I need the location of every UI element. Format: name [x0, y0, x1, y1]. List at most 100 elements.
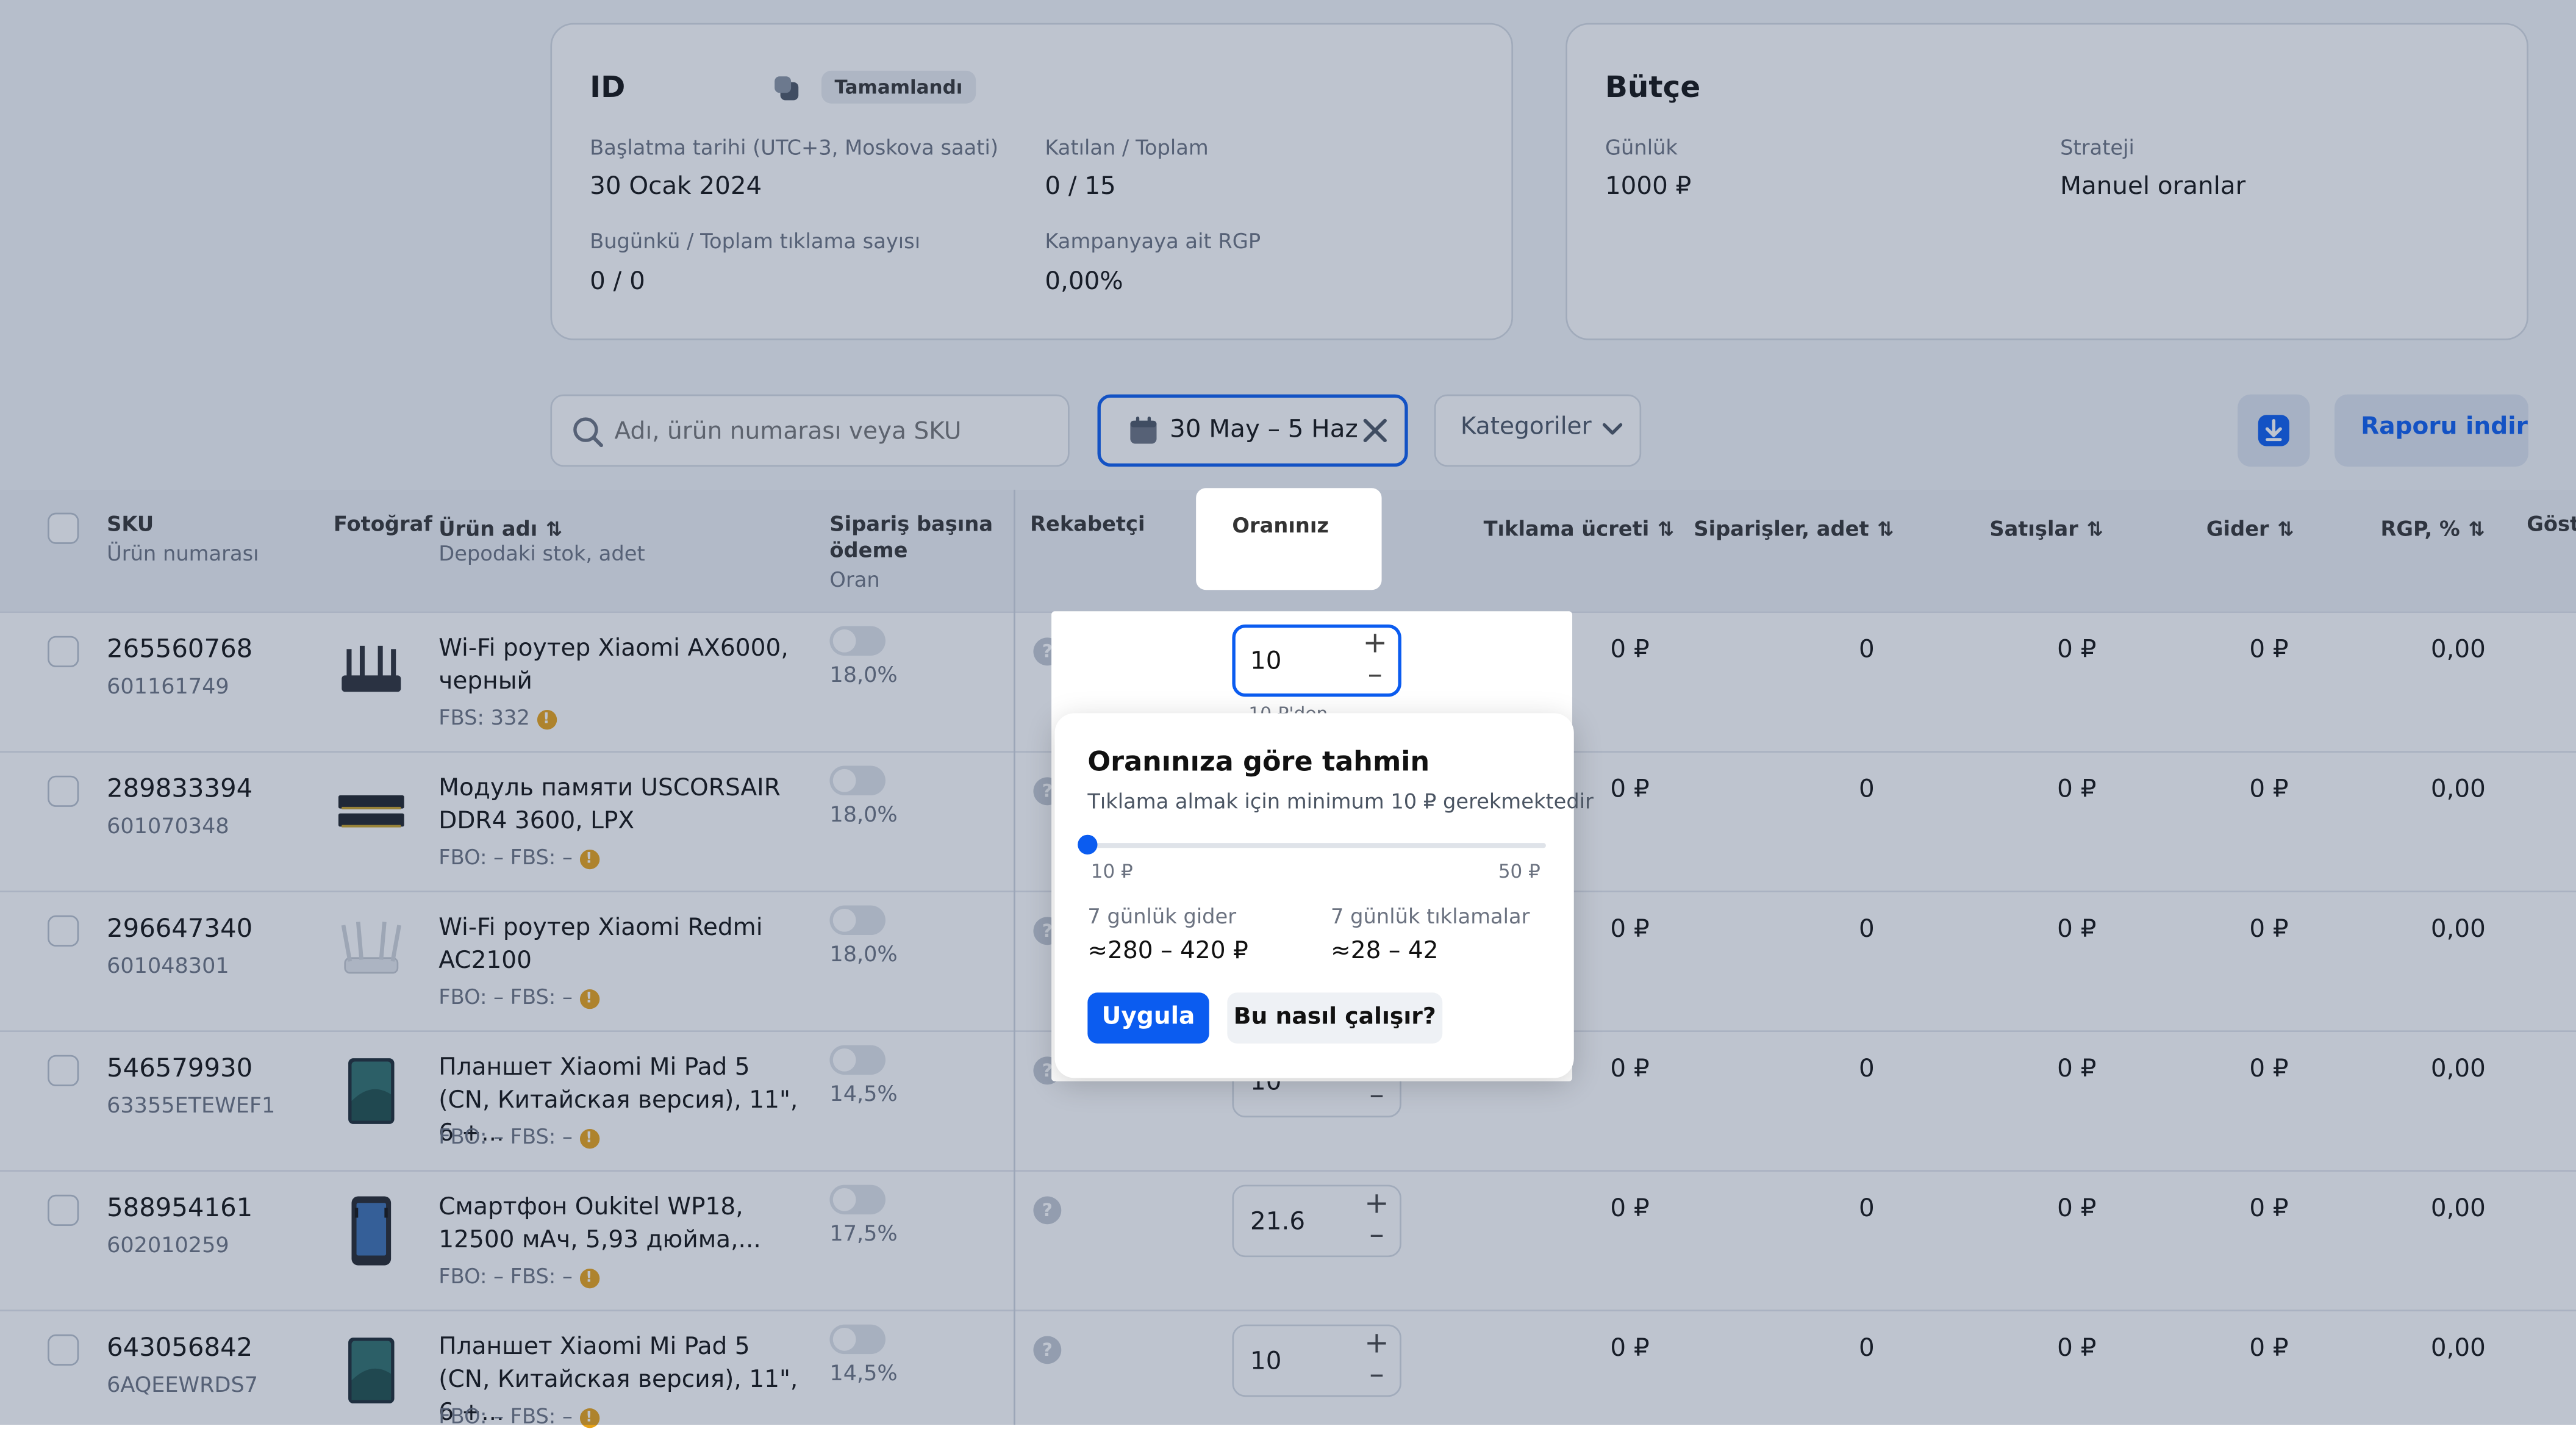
click-value: 0 ₽: [1610, 634, 1650, 664]
warning-icon[interactable]: !: [579, 848, 599, 869]
header-pay-line1: Sipariş başına: [829, 511, 993, 536]
stock-value: FBO: – FBS: –: [438, 844, 573, 870]
download-icon-button[interactable]: [2238, 394, 2310, 467]
rate-slider[interactable]: [1078, 834, 1546, 855]
copy-icon[interactable]: [772, 74, 801, 103]
rate-decrement-button[interactable]: –: [1361, 660, 1390, 690]
sort-icon: ⇅: [2468, 517, 2485, 541]
order-payment-toggle[interactable]: [829, 765, 886, 796]
joined-label: Katılan / Toplam: [1045, 134, 1209, 160]
expense-value: 0 ₽: [2249, 1053, 2289, 1083]
row-checkbox[interactable]: [48, 915, 79, 947]
sort-icon: ⇅: [1877, 517, 1894, 541]
sales-value: 0 ₽: [2057, 914, 2097, 944]
header-click-cost: Tıklama ücreti: [1483, 516, 1650, 541]
competitor-help-icon[interactable]: ?: [1033, 1336, 1062, 1364]
click-value: 0 ₽: [1610, 1333, 1650, 1363]
product-name[interactable]: Wi-Fi роутер Xiaomi Redmi AC2100: [438, 912, 808, 978]
row-checkbox[interactable]: [48, 775, 79, 807]
sku-value: 265560768: [107, 634, 253, 664]
expense-estimate-value: ≈280 – 420 ₽: [1087, 938, 1248, 965]
product-name[interactable]: Смартфон Oukitel WP18, 12500 мАч, 5,93 д…: [438, 1191, 808, 1257]
sort-icon: ⇅: [1658, 517, 1675, 541]
header-rgp-sort[interactable]: RGP, % ⇅: [2380, 511, 2485, 542]
sort-icon: ⇅: [2086, 517, 2103, 541]
row-checkbox[interactable]: [48, 1194, 79, 1226]
article-number: 601161749: [107, 675, 229, 700]
order-payment-toggle[interactable]: [829, 1324, 886, 1355]
product-name[interactable]: Wi-Fi роутер Xiaomi AX6000, черный: [438, 632, 808, 698]
header-sales-sort[interactable]: Satışlar ⇅: [1989, 511, 2103, 542]
table-row[interactable]: 588954161 602010259 Смартфон Oukitel WP18,…: [0, 1170, 2576, 1312]
header-rgp: RGP, %: [2380, 516, 2460, 541]
product-photo: [332, 772, 410, 851]
slider-thumb[interactable]: [1078, 834, 1098, 855]
article-number: 601048301: [107, 955, 229, 980]
click-value: 0 ₽: [1610, 1053, 1650, 1083]
chevron-down-icon: [1602, 423, 1623, 435]
competitor-help-icon[interactable]: ?: [1033, 1196, 1062, 1225]
rate-input-value: 10: [1250, 645, 1282, 676]
warning-icon[interactable]: !: [579, 988, 599, 1008]
rate-increment-button[interactable]: +: [1362, 1328, 1391, 1359]
row-checkbox[interactable]: [48, 1055, 79, 1086]
order-payment-toggle[interactable]: [829, 626, 886, 656]
warning-icon[interactable]: !: [579, 1128, 599, 1148]
row-checkbox[interactable]: [48, 1334, 79, 1366]
table-row[interactable]: 643056842 6AQEEWRDS7 Планшет Xiaomi Mi Pad…: [0, 1309, 2576, 1451]
date-range-picker[interactable]: 30 May – 5 Haz: [1097, 394, 1408, 467]
header-orders: Siparişler, adet: [1694, 516, 1869, 541]
stock-value: FBO: – FBS: –: [438, 1263, 573, 1289]
warning-icon[interactable]: !: [579, 1267, 599, 1288]
header-sku: SKU: [107, 511, 154, 536]
header-name-sub: Depodaki stok, adet: [438, 540, 645, 565]
order-payment-rate: 18,0%: [829, 664, 898, 689]
stock-info: FBO: – FBS: –!: [438, 1403, 599, 1428]
row-checkbox[interactable]: [48, 636, 79, 667]
search-input[interactable]: [611, 409, 1062, 456]
header-sku-sub: Ürün numarası: [107, 540, 259, 565]
sku-value: 546579930: [107, 1053, 253, 1083]
select-all-checkbox[interactable]: [48, 512, 79, 544]
rate-decrement-button[interactable]: –: [1362, 1360, 1391, 1390]
rate-decrement-button[interactable]: –: [1362, 1081, 1391, 1111]
header-orders-sort[interactable]: Siparişler, adet ⇅: [1694, 511, 1894, 542]
warning-icon[interactable]: !: [579, 1407, 599, 1427]
header-expense-sort[interactable]: Gider ⇅: [2206, 511, 2294, 542]
search-icon: [573, 417, 603, 448]
apply-button[interactable]: Uygula: [1087, 992, 1209, 1044]
order-payment-toggle[interactable]: [829, 1184, 886, 1215]
warning-icon[interactable]: !: [536, 709, 556, 729]
header-click-cost-sort[interactable]: Tıklama ücreti ⇅: [1484, 511, 1675, 542]
clear-date-icon[interactable]: [1362, 417, 1388, 443]
download-report-button[interactable]: Raporu indir: [2334, 394, 2528, 467]
categories-dropdown[interactable]: Kategoriler: [1434, 394, 1642, 467]
article-number: 601070348: [107, 815, 229, 840]
product-name[interactable]: Модуль памяти USCORSAIR DDR4 3600, LPX: [438, 772, 808, 838]
rate-input[interactable]: 21.6 + –: [1232, 1184, 1401, 1258]
slider-min-label: 10 ₽: [1090, 859, 1133, 883]
column-divider: [1014, 489, 1015, 1425]
rate-increment-button[interactable]: +: [1361, 629, 1390, 659]
order-payment-toggle[interactable]: [829, 1045, 886, 1075]
start-date-label: Başlatma tarihi (UTC+3, Moskova saati): [590, 134, 999, 160]
stock-info: FBO: – FBS: –!: [438, 845, 599, 869]
sort-icon: ⇅: [2277, 517, 2294, 541]
search-box[interactable]: [550, 394, 1070, 467]
header-your-rate: Oranınız: [1232, 512, 1329, 538]
date-range-value: 30 May – 5 Haz: [1170, 414, 1358, 444]
header-name-sort[interactable]: Ürün adı ⇅: [438, 511, 562, 542]
expense-value: 0 ₽: [2249, 1193, 2289, 1223]
rate-input[interactable]: 10 +–: [1232, 1324, 1401, 1397]
header-pay-sub: Oran: [829, 567, 880, 592]
stock-value: FBO: – FBS: –: [438, 1123, 573, 1149]
how-it-works-button[interactable]: Bu nasıl çalışır?: [1227, 992, 1443, 1044]
stock-value: FBO: – FBS: –: [438, 984, 573, 1009]
rate-input-active[interactable]: 10 + –: [1232, 624, 1401, 697]
orders-value: 0: [1859, 1053, 1875, 1083]
campaign-id-title: ID: [590, 70, 626, 106]
rate-increment-button[interactable]: +: [1362, 1189, 1391, 1219]
joined-value: 0 / 15: [1045, 171, 1116, 201]
order-payment-toggle[interactable]: [829, 905, 886, 936]
rate-decrement-button[interactable]: –: [1362, 1220, 1391, 1250]
